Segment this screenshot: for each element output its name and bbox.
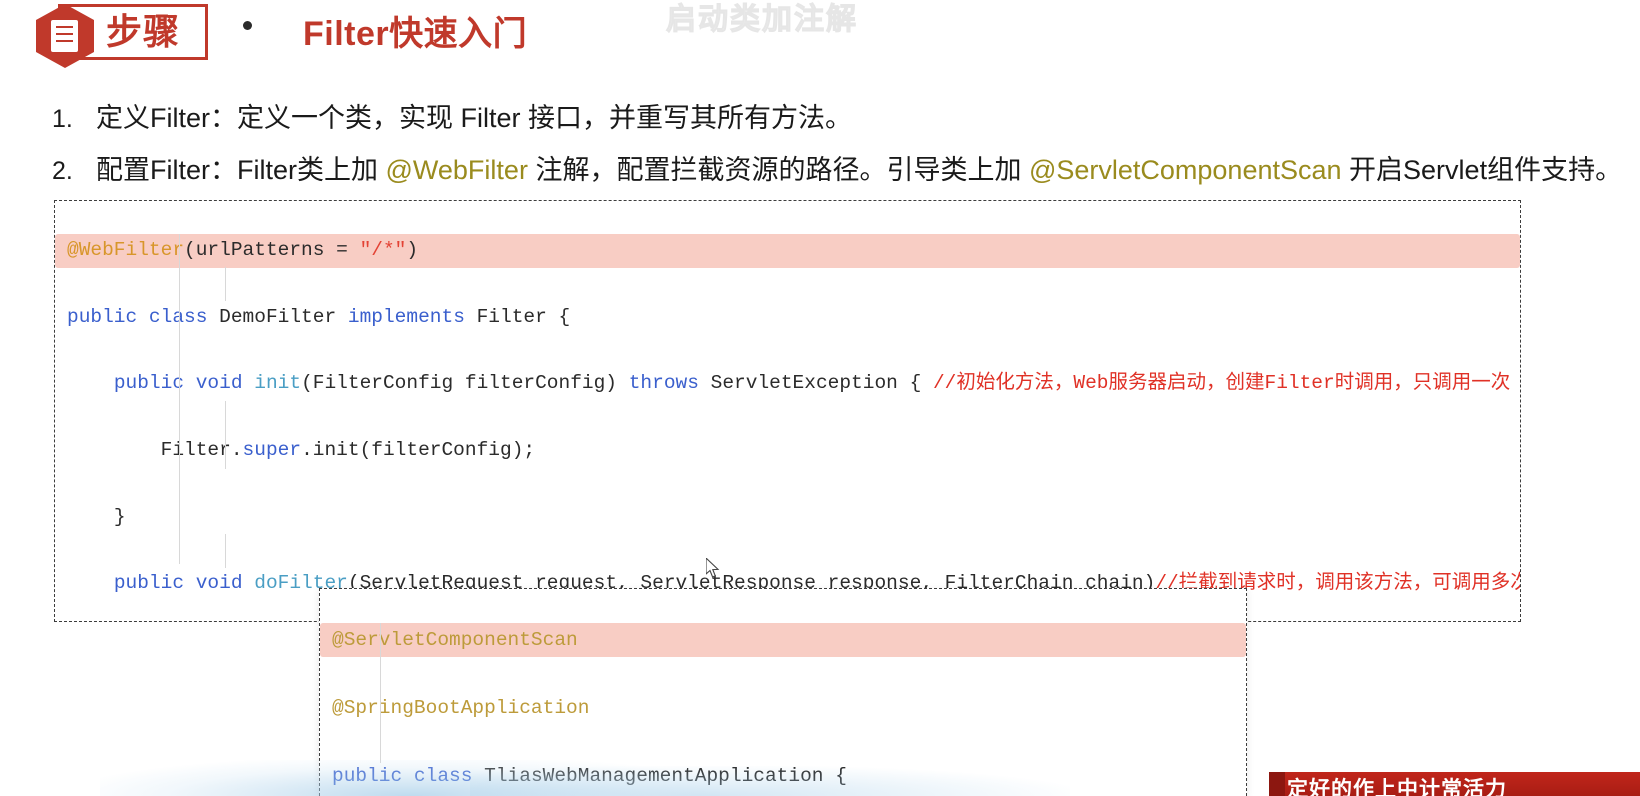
bullet-dot-icon	[243, 21, 252, 30]
slide-header: 步骤 Filter快速入门	[0, 0, 1640, 74]
code-content: @WebFilter(urlPatterns = "/*") public cl…	[55, 201, 1520, 621]
list-item-text-before: 配置Filter：Filter类上加	[96, 155, 386, 185]
step-badge: 步骤	[36, 4, 208, 68]
code-line-highlighted: @WebFilter(urlPatterns = "/*")	[55, 234, 1520, 268]
indent-guide	[225, 534, 226, 568]
ribbon-fold	[1269, 772, 1285, 796]
code-line: public class DemoFilter implements Filte…	[67, 305, 571, 328]
indent-guide	[380, 623, 381, 763]
document-glyph	[51, 20, 78, 52]
code-block-filter: @WebFilter(urlPatterns = "/*") public cl…	[54, 200, 1521, 622]
ribbon-text: 定好的作上中计常活力	[1287, 778, 1507, 796]
indent-guide	[179, 234, 180, 564]
list-item-text-mid: 注解，配置拦截资源的路径。引导类上加	[527, 155, 1029, 185]
code-line-highlighted: @ServletComponentScan	[320, 623, 1246, 657]
list-item: 2. 配置Filter：Filter类上加 @WebFilter 注解，配置拦截资…	[52, 150, 1622, 191]
indent-guide	[225, 401, 226, 469]
step-badge-label: 步骤	[106, 11, 181, 52]
code-line: }	[113, 505, 126, 528]
code-line: @SpringBootApplication	[332, 697, 590, 719]
bottom-ribbon-banner: 定好的作上中计常活力	[1269, 772, 1640, 796]
mouse-cursor-icon	[705, 556, 720, 579]
annotation-webfilter: @WebFilter	[385, 155, 528, 185]
steps-list: 1. 定义Filter：定义一个类，实现 Filter 接口，并重写其所有方法。 …	[52, 98, 1622, 202]
background-glow	[470, 766, 1070, 796]
list-item-number: 1.	[52, 105, 73, 133]
indent-guide	[225, 267, 226, 301]
code-line: public void init(FilterConfig filterConf…	[113, 372, 1511, 395]
list-item: 1. 定义Filter：定义一个类，实现 Filter 接口，并重写其所有方法。	[52, 98, 1612, 139]
list-item-text: 定义Filter：定义一个类，实现 Filter 接口，并重写其所有方法。	[96, 103, 852, 133]
code-line: Filter.super.init(filterConfig);	[160, 439, 536, 462]
annotation-servletcomponentscan: @ServletComponentScan	[1028, 155, 1342, 185]
list-item-number: 2.	[52, 157, 73, 185]
list-item-text-after: 开启Servlet组件支持。	[1341, 155, 1623, 185]
page-title: Filter快速入门	[303, 15, 528, 53]
